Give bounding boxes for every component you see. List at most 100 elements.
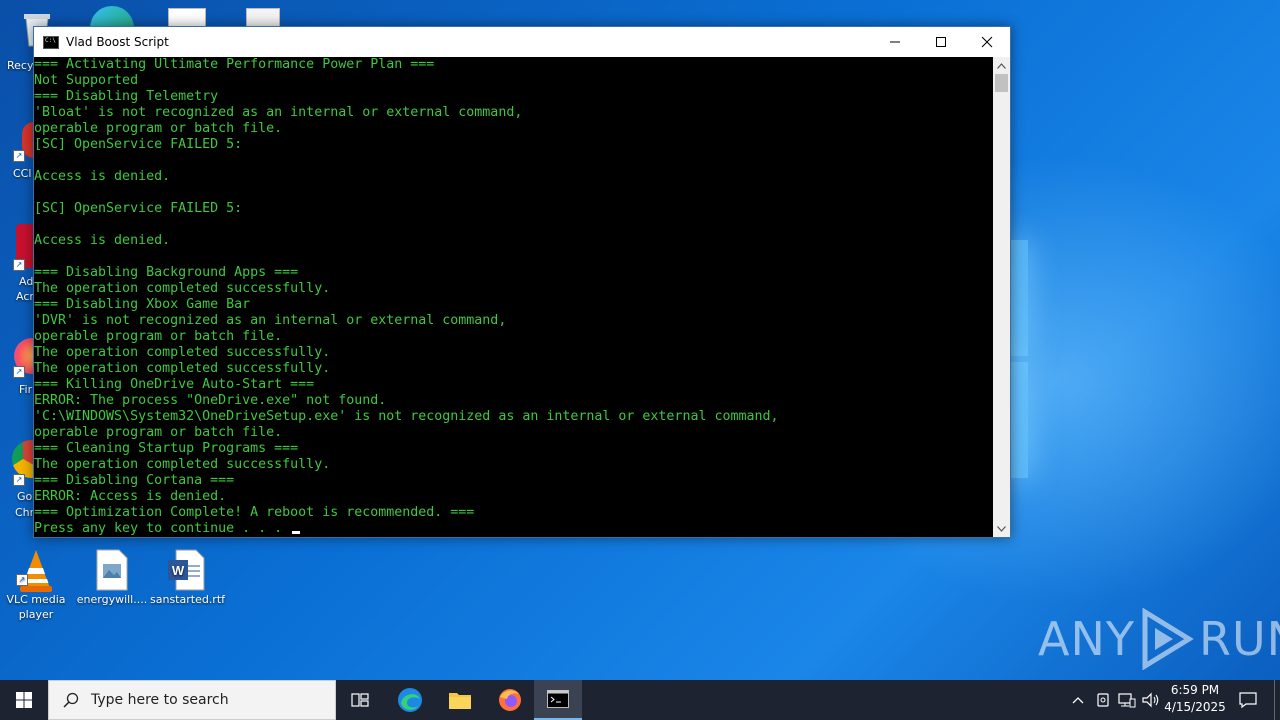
taskbar-file-explorer-button[interactable] — [436, 680, 484, 720]
close-button[interactable] — [964, 27, 1010, 57]
folder-icon — [449, 693, 471, 709]
console-output[interactable]: === Activating Ultimate Performance Powe… — [34, 57, 995, 537]
console-prompt: Press any key to continue . . . — [34, 521, 291, 536]
desktop-icon-vlc[interactable]: ↗ VLC media player — [0, 548, 72, 622]
console-line: The operation completed successfully. — [34, 345, 331, 360]
desktop-label-firefox: Fir — [19, 383, 33, 396]
console-line: === Disabling Telemetry — [34, 89, 219, 104]
shortcut-arrow-icon: ↗ — [16, 574, 28, 586]
console-prompt-line: Press any key to continue . . . — [34, 521, 995, 537]
svg-text:W: W — [172, 563, 185, 578]
console-line: [SC] OpenService FAILED 5: — [34, 201, 243, 216]
console-line: operable program or batch file. — [34, 121, 283, 136]
desktop-label-ccleaner: CCl — [13, 167, 32, 180]
console-line: === Activating Ultimate Performance Powe… — [34, 57, 435, 72]
console-line: === Disabling Cortana === — [34, 473, 235, 488]
minimize-icon — [890, 41, 900, 43]
taskbar-firefox-button[interactable] — [486, 680, 534, 720]
play-logo-icon — [1142, 608, 1194, 670]
taskbar-search-box[interactable]: Type here to search — [48, 680, 336, 720]
desktop-label-chrome-1: Go — [17, 490, 33, 503]
maximize-icon — [936, 37, 946, 47]
console-line: The operation completed successfully. — [34, 361, 331, 376]
shortcut-arrow-icon: ↗ — [13, 150, 25, 162]
console-line: 'Bloat' is not recognized as an internal… — [34, 105, 523, 120]
show-hidden-icons-button[interactable] — [1068, 680, 1088, 720]
console-line: The operation completed successfully. — [34, 457, 331, 472]
maximize-button[interactable] — [918, 27, 964, 57]
windows-logo-icon — [16, 692, 32, 708]
start-button[interactable] — [0, 680, 48, 720]
console-line: === Disabling Xbox Game Bar — [34, 297, 251, 312]
desktop-label-recycle-bin: Recy — [7, 59, 34, 72]
edge-desktop-icon[interactable] — [90, 6, 134, 28]
clock-date: 4/15/2025 — [1164, 700, 1226, 714]
device-icon — [1097, 693, 1109, 707]
watermark-text-left: ANY — [1038, 612, 1135, 666]
console-line: operable program or batch file. — [34, 425, 283, 440]
close-icon — [981, 36, 993, 48]
network-icon — [1118, 693, 1136, 708]
taskbar-edge-button[interactable] — [386, 680, 434, 720]
task-view-button[interactable] — [336, 680, 384, 720]
taskbar-cmd-button[interactable] — [534, 680, 582, 720]
tray-network-button[interactable] — [1116, 680, 1138, 720]
tray-volume-button[interactable] — [1140, 680, 1162, 720]
console-line: 'DVR' is not recognized as an internal o… — [34, 313, 507, 328]
action-center-button[interactable] — [1234, 680, 1262, 720]
console-line: Not Supported — [34, 73, 139, 88]
console-line: === Optimization Complete! A reboot is r… — [34, 505, 475, 520]
desktop-icon-label: sanstarted.rtf — [150, 593, 226, 606]
desktop-icon-label: VLC media player — [6, 593, 66, 621]
console-line: [SC] OpenService FAILED 5: — [34, 137, 243, 152]
desktop-icon-sanstarted[interactable]: W sanstarted.rtf — [150, 548, 226, 607]
scroll-up-arrow-icon[interactable] — [993, 57, 1010, 74]
desktop-icon-energywill[interactable]: energywill.... — [76, 548, 148, 607]
console-line: The operation completed successfully. — [34, 281, 331, 296]
desktop-label-acrobat-2: Acr — [16, 290, 34, 303]
taskbar-clock[interactable]: 6:59 PM 4/15/2025 — [1160, 682, 1230, 716]
tray-device-button[interactable] — [1092, 680, 1114, 720]
minimize-button[interactable] — [872, 27, 918, 57]
console-window[interactable]: C:\ Vlad Boost Script === Activating Ult… — [33, 26, 1011, 538]
shortcut-arrow-icon: ↗ — [13, 366, 25, 378]
console-line: === Disabling Background Apps === — [34, 265, 299, 280]
chevron-up-icon — [1072, 697, 1084, 704]
cmd-icon — [547, 690, 569, 708]
shortcut-arrow-icon: ↗ — [13, 474, 25, 486]
scrollbar-thumb[interactable] — [995, 74, 1008, 92]
scroll-down-arrow-icon[interactable] — [993, 520, 1010, 537]
notification-icon — [1239, 692, 1257, 709]
watermark-text-right: RUN — [1198, 612, 1280, 666]
vertical-scrollbar[interactable] — [993, 57, 1010, 537]
console-line: === Cleaning Startup Programs === — [34, 441, 299, 456]
word-document-icon: W — [166, 548, 206, 591]
taskbar: Type here to search 6:59 PM 4/15/2025 — [0, 680, 1280, 720]
console-line: ERROR: Access is denied. — [34, 489, 227, 504]
vlc-cone-icon: ↗ — [16, 548, 56, 592]
clock-time: 6:59 PM — [1170, 683, 1220, 697]
anyrun-watermark: ANY RUN — [1038, 608, 1280, 670]
search-placeholder: Type here to search — [91, 692, 229, 708]
shortcut-arrow-icon: ↗ — [13, 259, 25, 271]
console-line: 'C:\WINDOWS\System32\OneDriveSetup.exe' … — [34, 409, 779, 424]
text-cursor — [292, 531, 301, 534]
console-line: Access is denied. — [34, 169, 171, 184]
show-desktop-divider[interactable] — [1274, 680, 1275, 720]
desktop-icon-label: energywill.... — [76, 593, 148, 606]
search-icon — [63, 692, 79, 708]
edge-icon — [398, 688, 422, 712]
console-line: Access is denied. — [34, 233, 171, 248]
window-titlebar[interactable]: C:\ Vlad Boost Script — [34, 27, 1010, 57]
console-line: ERROR: The process "OneDrive.exe" not fo… — [34, 393, 387, 408]
speaker-icon — [1142, 692, 1159, 708]
firefox-icon — [499, 689, 521, 711]
window-title: Vlad Boost Script — [66, 35, 169, 49]
cmd-app-icon: C:\ — [43, 35, 59, 49]
desktop-label-chrome-2: Chr — [15, 506, 35, 519]
task-view-icon — [351, 693, 369, 707]
